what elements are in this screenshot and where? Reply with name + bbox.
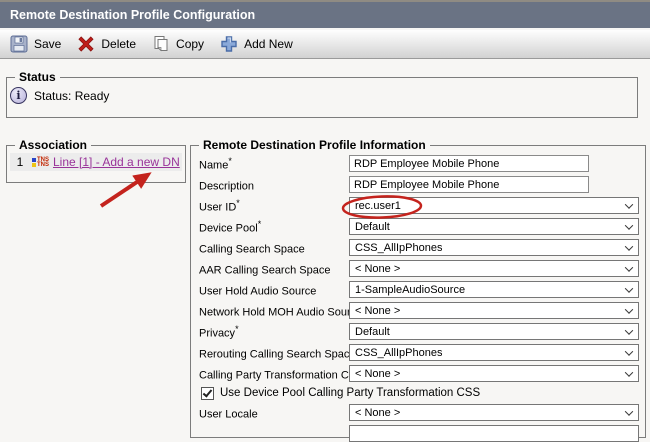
chevron-down-icon (625, 200, 633, 208)
chevron-down-icon (625, 368, 633, 376)
aar-calling-search-space-label: AAR Calling Search Space (199, 261, 349, 277)
privacy-select[interactable]: Default (349, 323, 639, 340)
calling-search-space-label: Calling Search Space (199, 240, 349, 256)
field-row-user-id: User ID* rec.user1 (199, 197, 639, 214)
description-label: Description (199, 177, 349, 193)
toolbar: Save Delete Copy Add New (0, 30, 650, 59)
page-title: Remote Destination Profile Configuration (10, 8, 255, 22)
delete-x-icon (77, 35, 95, 53)
delete-button-label: Delete (101, 37, 136, 51)
name-label: Name* (199, 156, 349, 172)
association-section: Association 1 TNS TNS Line [1] - Add a n… (6, 138, 186, 183)
device-pool-label: Device Pool* (199, 219, 349, 235)
add-plus-icon (220, 35, 238, 53)
user-id-select[interactable]: rec.user1 (349, 197, 639, 214)
copy-button-label: Copy (176, 37, 204, 51)
chevron-down-icon (625, 221, 633, 229)
name-input[interactable] (349, 155, 589, 172)
chevron-down-icon (625, 347, 633, 355)
field-row-name: Name* (199, 155, 639, 172)
description-input[interactable] (349, 176, 589, 193)
line-appearance-icon: TNS TNS (32, 158, 49, 167)
chevron-down-icon (625, 326, 633, 334)
rerouting-calling-search-space-label: Rerouting Calling Search Space (199, 345, 349, 361)
save-button-label: Save (34, 37, 61, 51)
field-row-user-hold-audio-source: User Hold Audio Source 1-SampleAudioSour… (199, 281, 639, 298)
status-message: Status: Ready (34, 89, 109, 103)
save-button[interactable]: Save (10, 35, 61, 53)
delete-button[interactable]: Delete (77, 35, 136, 53)
status-legend: Status (15, 70, 60, 84)
partial-next-select[interactable] (349, 425, 639, 442)
association-row: 1 TNS TNS Line [1] - Add a new DN (10, 153, 182, 171)
field-row-network-hold-moh-audio-source: Network Hold MOH Audio Source < None > (199, 302, 639, 319)
privacy-label: Privacy* (199, 324, 349, 340)
chevron-down-icon (625, 305, 633, 313)
add-new-button[interactable]: Add New (220, 35, 293, 53)
status-section: Status i Status: Ready (6, 70, 638, 118)
field-row-privacy: Privacy* Default (199, 323, 639, 340)
field-row-rerouting-calling-search-space: Rerouting Calling Search Space CSS_AllIp… (199, 344, 639, 361)
annotation-arrow (101, 180, 140, 206)
calling-party-transformation-css-select[interactable]: < None > (349, 365, 639, 382)
user-id-label: User ID* (199, 198, 349, 214)
calling-party-transformation-css-label: Calling Party Transformation CSS (199, 366, 349, 382)
copy-pages-icon (152, 35, 170, 53)
user-locale-label: User Locale (199, 405, 349, 421)
profile-info-section: Remote Destination Profile Information N… (190, 138, 646, 438)
chevron-down-icon (625, 407, 633, 415)
user-hold-audio-source-select[interactable]: 1-SampleAudioSource (349, 281, 639, 298)
user-locale-select[interactable]: < None > (349, 404, 639, 421)
network-hold-moh-audio-source-select[interactable]: < None > (349, 302, 639, 319)
field-row-calling-party-transformation-css: Calling Party Transformation CSS < None … (199, 365, 639, 382)
field-row-aar-calling-search-space: AAR Calling Search Space < None > (199, 260, 639, 277)
field-row-calling-search-space: Calling Search Space CSS_AllIpPhones (199, 239, 639, 256)
add-new-dn-link[interactable]: Line [1] - Add a new DN (53, 155, 180, 169)
calling-search-space-select[interactable]: CSS_AllIpPhones (349, 239, 639, 256)
add-new-button-label: Add New (244, 37, 293, 51)
use-device-pool-cptcss-row: Use Device Pool Calling Party Transforma… (201, 386, 639, 400)
profile-info-legend: Remote Destination Profile Information (199, 138, 430, 152)
rerouting-calling-search-space-select[interactable]: CSS_AllIpPhones (349, 344, 639, 361)
aar-calling-search-space-select[interactable]: < None > (349, 260, 639, 277)
field-row-device-pool: Device Pool* Default (199, 218, 639, 235)
save-floppy-icon (10, 35, 28, 53)
device-pool-select[interactable]: Default (349, 218, 639, 235)
use-device-pool-cptcss-label: Use Device Pool Calling Party Transforma… (220, 387, 480, 399)
chevron-down-icon (625, 284, 633, 292)
chevron-down-icon (625, 263, 633, 271)
user-hold-audio-source-label: User Hold Audio Source (199, 282, 349, 298)
field-row-description: Description (199, 176, 639, 193)
field-row-partial (199, 425, 639, 442)
field-row-user-locale: User Locale < None > (199, 404, 639, 421)
network-hold-moh-audio-source-label: Network Hold MOH Audio Source (199, 303, 349, 319)
association-row-index: 1 (12, 155, 28, 169)
page-header: Remote Destination Profile Configuration (0, 0, 650, 28)
chevron-down-icon (625, 242, 633, 250)
copy-button[interactable]: Copy (152, 35, 204, 53)
info-icon: i (10, 87, 27, 104)
association-legend: Association (15, 138, 91, 152)
use-device-pool-cptcss-checkbox[interactable] (201, 387, 214, 400)
